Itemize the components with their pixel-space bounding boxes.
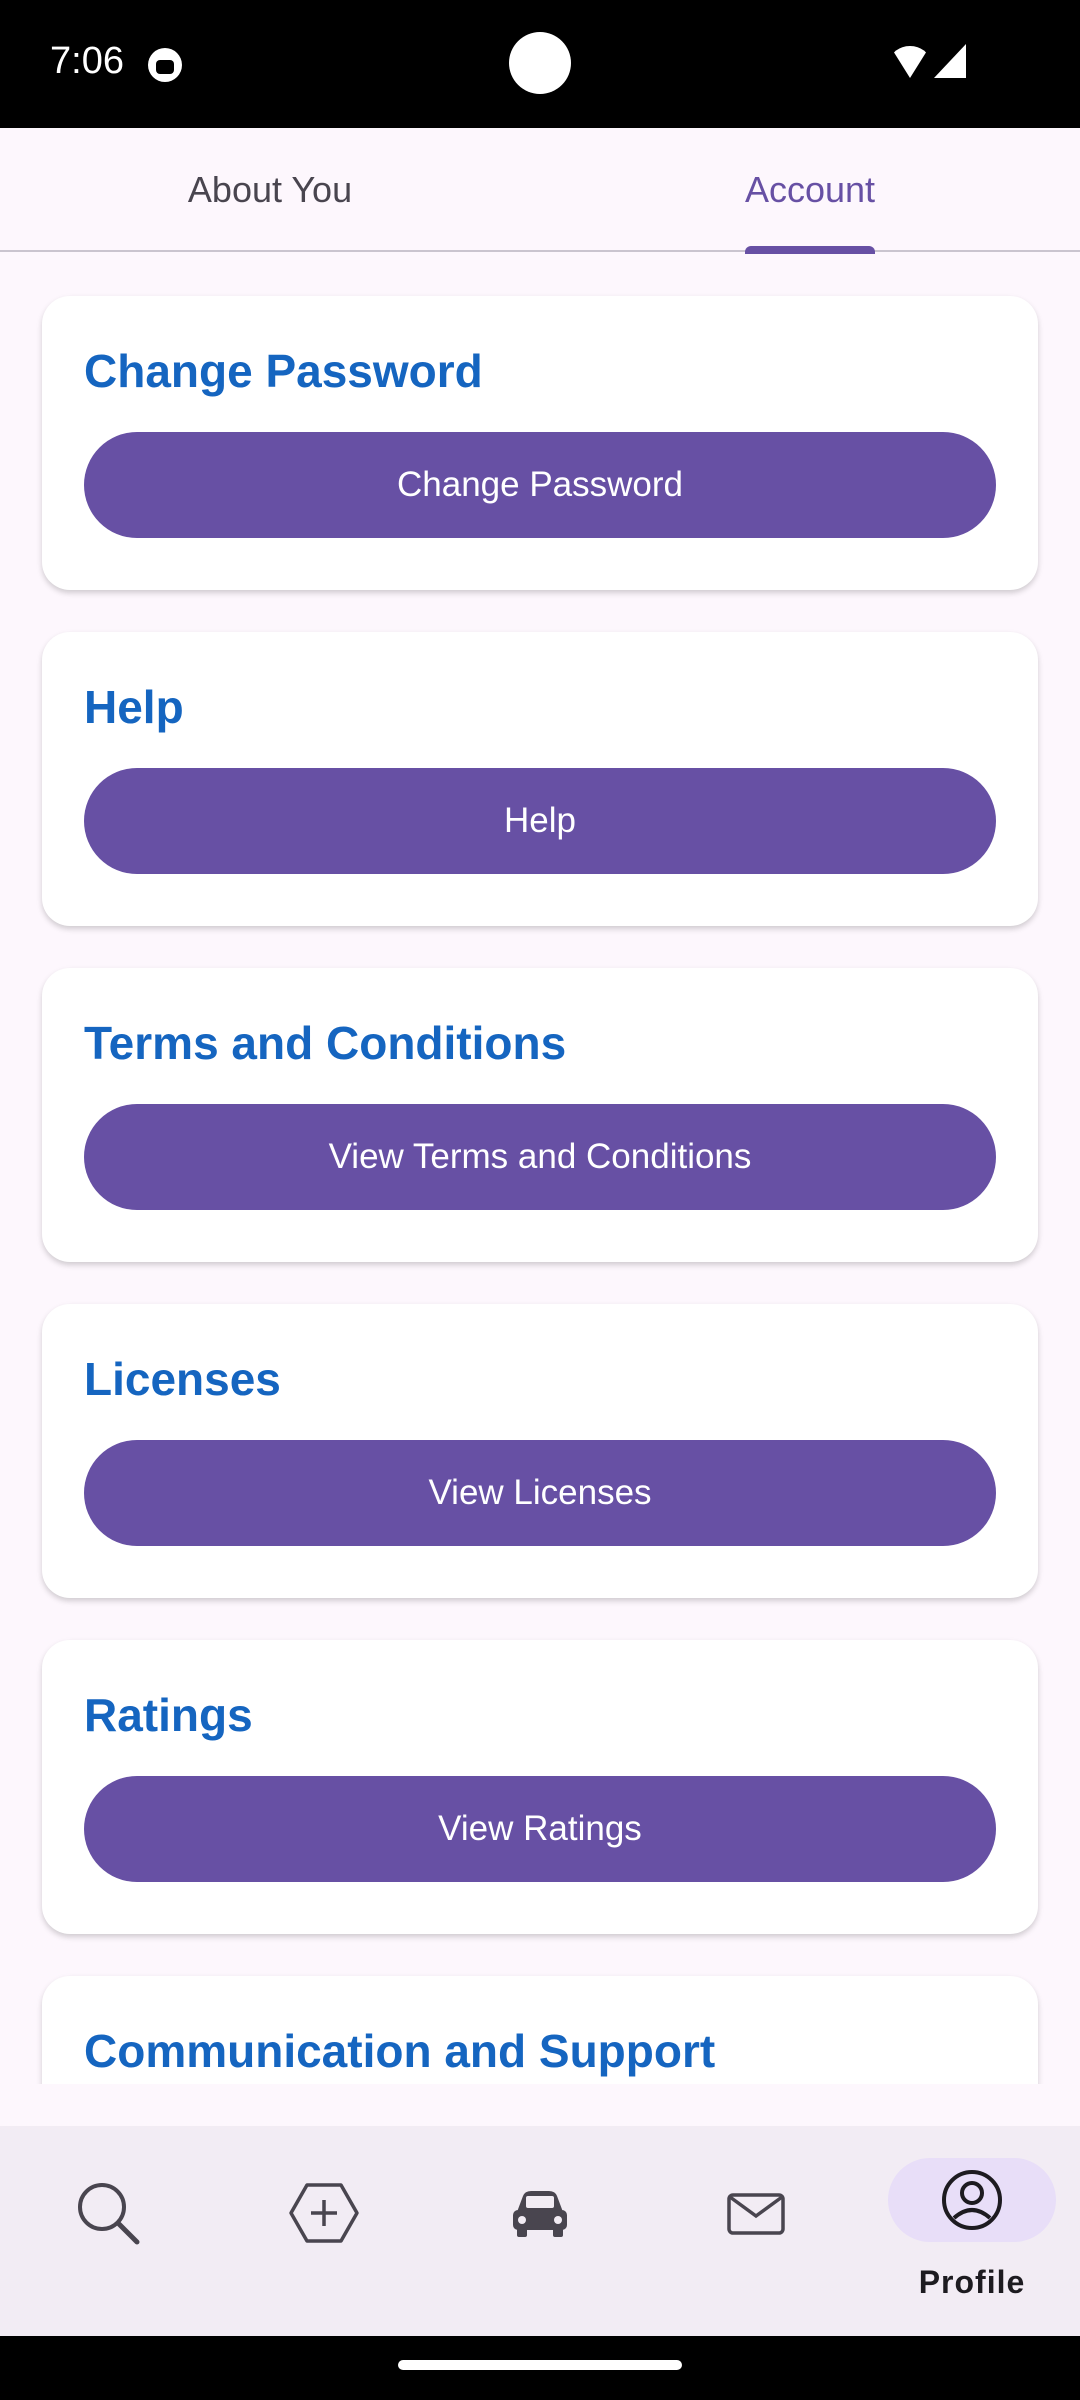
card-change-password: Change Password Change Password bbox=[42, 296, 1038, 590]
add-hexagon-icon bbox=[289, 2183, 359, 2243]
tab-bar: About You Account bbox=[0, 128, 1080, 254]
search-icon bbox=[78, 2183, 140, 2245]
tab-about-you[interactable]: About You bbox=[0, 128, 540, 252]
bottom-navigation: Profile bbox=[0, 2126, 1080, 2336]
card-title: Licenses bbox=[84, 1353, 281, 1405]
mail-icon bbox=[727, 2193, 785, 2235]
car-icon bbox=[513, 2191, 567, 2237]
signal-icon bbox=[934, 44, 966, 78]
app-notification-icon bbox=[148, 48, 182, 82]
card-ratings: Ratings View Ratings bbox=[42, 1640, 1038, 1934]
view-licenses-button[interactable]: View Licenses bbox=[84, 1440, 996, 1546]
help-button[interactable]: Help bbox=[84, 768, 996, 874]
account-content[interactable]: Change Password Change Password Help Hel… bbox=[0, 254, 1080, 2084]
nav-messages[interactable] bbox=[648, 2126, 864, 2336]
status-bar: 7:06 bbox=[0, 0, 1080, 128]
wifi-icon bbox=[890, 46, 930, 78]
tab-account[interactable]: Account bbox=[540, 128, 1080, 252]
card-title: Terms and Conditions bbox=[84, 1017, 567, 1069]
card-title: Communication and Support bbox=[84, 2025, 716, 2077]
view-ratings-button[interactable]: View Ratings bbox=[84, 1776, 996, 1882]
card-licenses: Licenses View Licenses bbox=[42, 1304, 1038, 1598]
card-help: Help Help bbox=[42, 632, 1038, 926]
camera-cutout bbox=[509, 32, 571, 94]
nav-search[interactable] bbox=[0, 2126, 216, 2336]
card-title: Change Password bbox=[84, 345, 483, 397]
status-time: 7:06 bbox=[50, 40, 124, 82]
nav-rides[interactable] bbox=[432, 2126, 648, 2336]
tab-selected-indicator bbox=[745, 246, 875, 254]
change-password-button[interactable]: Change Password bbox=[84, 432, 996, 538]
profile-selected-pill[interactable] bbox=[888, 2158, 1056, 2242]
card-title: Ratings bbox=[84, 1689, 253, 1741]
nav-add[interactable] bbox=[216, 2126, 432, 2336]
view-terms-button[interactable]: View Terms and Conditions bbox=[84, 1104, 996, 1210]
card-terms: Terms and Conditions View Terms and Cond… bbox=[42, 968, 1038, 1262]
home-indicator[interactable] bbox=[398, 2360, 682, 2370]
card-communication-support: Communication and Support bbox=[42, 1976, 1038, 2084]
nav-label-profile: Profile bbox=[918, 2264, 1026, 2300]
card-title: Help bbox=[84, 681, 184, 733]
profile-icon bbox=[942, 2170, 1002, 2230]
system-navigation-bar bbox=[0, 2336, 1080, 2400]
